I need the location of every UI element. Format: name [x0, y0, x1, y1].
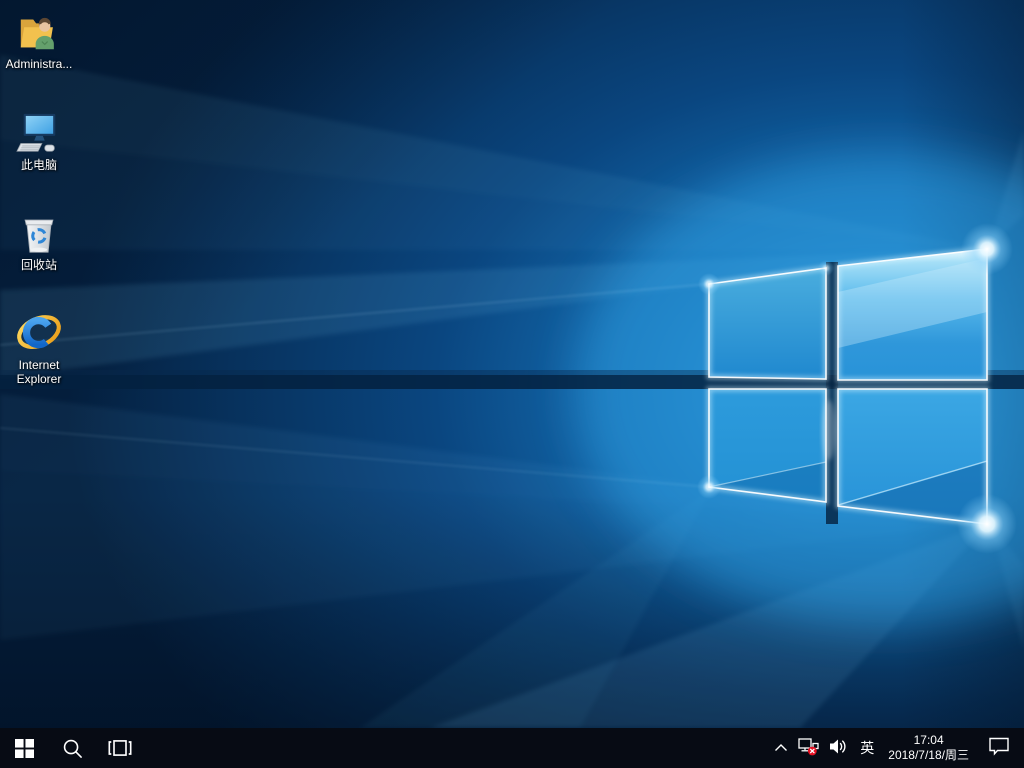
internet-explorer-icon — [14, 306, 64, 356]
recycle-bin-icon — [16, 210, 62, 256]
task-view-button[interactable] — [96, 728, 144, 768]
windows-desktop: Administra... 此电 — [0, 0, 1024, 768]
task-view-icon — [108, 738, 132, 758]
desktop-icon-this-pc[interactable]: 此电脑 — [2, 110, 76, 172]
start-button[interactable] — [0, 728, 48, 768]
search-button[interactable] — [48, 728, 96, 768]
desktop-icon-label: 此电脑 — [21, 158, 57, 172]
action-center-icon — [988, 737, 1010, 759]
network-status-button[interactable] — [793, 728, 824, 768]
windows-logo-icon — [15, 739, 34, 758]
desktop-icon-internet-explorer[interactable]: Internet Explorer — [2, 306, 76, 386]
action-center-button[interactable] — [977, 728, 1021, 768]
this-pc-icon — [16, 110, 62, 156]
language-indicator[interactable]: 英 — [854, 728, 880, 768]
chevron-up-icon — [774, 741, 788, 756]
search-icon — [62, 738, 83, 759]
desktop-icon-label: Internet Explorer — [2, 358, 76, 386]
user-folder-icon — [16, 9, 62, 55]
desktop-icon-label: Administra... — [6, 57, 73, 71]
clock-date: 2018/7/18/周三 — [888, 748, 969, 763]
system-tray: 英 17:04 2018/7/18/周三 — [769, 728, 1024, 768]
taskbar-clock[interactable]: 17:04 2018/7/18/周三 — [880, 728, 977, 768]
network-disconnected-icon — [798, 737, 819, 759]
hidden-icons-chevron-button[interactable] — [769, 728, 793, 768]
desktop-icon-administrator[interactable]: Administra... — [2, 9, 76, 71]
taskbar: 英 17:04 2018/7/18/周三 — [0, 728, 1024, 768]
desktop-icon-label: 回收站 — [21, 258, 57, 272]
volume-button[interactable] — [824, 728, 854, 768]
wallpaper-windows-hero — [0, 0, 1024, 728]
clock-time: 17:04 — [914, 733, 944, 748]
speaker-icon — [829, 738, 849, 758]
desktop-icon-recycle-bin[interactable]: 回收站 — [2, 210, 76, 272]
